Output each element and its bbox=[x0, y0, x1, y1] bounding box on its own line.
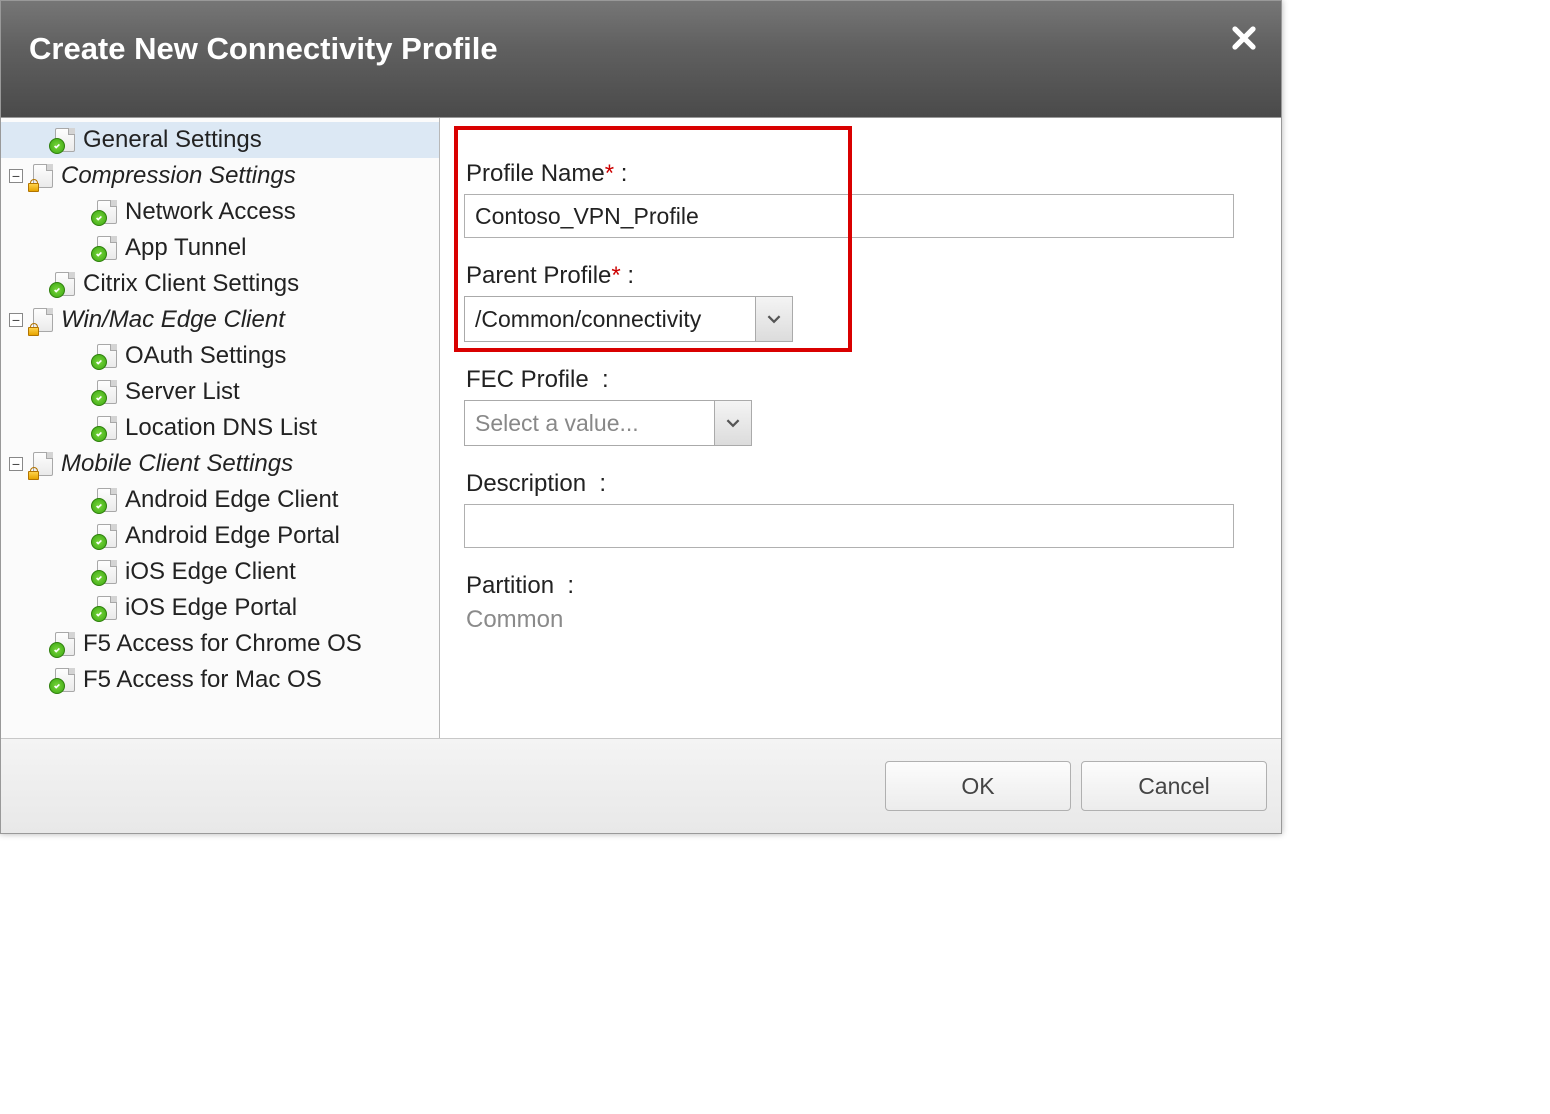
sidebar-item-label: Location DNS List bbox=[125, 414, 317, 442]
collapse-icon[interactable]: − bbox=[9, 457, 23, 471]
document-check-icon bbox=[93, 416, 119, 440]
document-lock-icon bbox=[29, 164, 55, 188]
sidebar-item-label: F5 Access for Chrome OS bbox=[83, 630, 362, 658]
collapse-icon[interactable]: − bbox=[9, 169, 23, 183]
sidebar-item-win-mac-edge-client[interactable]: − Win/Mac Edge Client bbox=[1, 302, 439, 338]
sidebar-item-label: Win/Mac Edge Client bbox=[61, 306, 285, 334]
collapse-icon[interactable]: − bbox=[9, 313, 23, 327]
sidebar-item-general-settings[interactable]: General Settings bbox=[1, 122, 439, 158]
sidebar-item-oauth-settings[interactable]: OAuth Settings bbox=[1, 338, 439, 374]
dialog-create-connectivity-profile: Create New Connectivity Profile General … bbox=[0, 0, 1282, 834]
description-input[interactable] bbox=[464, 504, 1234, 548]
document-check-icon bbox=[51, 272, 77, 296]
sidebar-item-label: General Settings bbox=[83, 126, 262, 154]
sidebar-item-server-list[interactable]: Server List bbox=[1, 374, 439, 410]
document-check-icon bbox=[93, 236, 119, 260]
sidebar-item-android-edge-portal[interactable]: Android Edge Portal bbox=[1, 518, 439, 554]
sidebar-item-mobile-client-settings[interactable]: − Mobile Client Settings bbox=[1, 446, 439, 482]
parent-profile-label: Parent Profile* : bbox=[466, 262, 1273, 290]
sidebar-item-android-edge-client[interactable]: Android Edge Client bbox=[1, 482, 439, 518]
sidebar-item-label: Android Edge Client bbox=[125, 486, 338, 514]
sidebar-item-compression-settings[interactable]: − Compression Settings bbox=[1, 158, 439, 194]
document-lock-icon bbox=[29, 308, 55, 332]
document-check-icon bbox=[93, 488, 119, 512]
chevron-down-icon[interactable] bbox=[714, 401, 751, 445]
sidebar-item-label: Android Edge Portal bbox=[125, 522, 340, 550]
sidebar-item-f5-access-mac[interactable]: F5 Access for Mac OS bbox=[1, 662, 439, 698]
sidebar-item-label: iOS Edge Client bbox=[125, 558, 296, 586]
document-check-icon bbox=[93, 560, 119, 584]
form-panel: Profile Name* : Parent Profile* : /Commo… bbox=[440, 118, 1281, 738]
sidebar-item-label: F5 Access for Mac OS bbox=[83, 666, 322, 694]
sidebar-tree: General Settings − Compression Settings … bbox=[1, 118, 440, 738]
fec-profile-placeholder: Select a value... bbox=[465, 401, 714, 445]
sidebar-item-ios-edge-client[interactable]: iOS Edge Client bbox=[1, 554, 439, 590]
sidebar-item-label: Server List bbox=[125, 378, 240, 406]
parent-profile-value: /Common/connectivity bbox=[465, 297, 755, 341]
sidebar-item-label: App Tunnel bbox=[125, 234, 246, 262]
document-check-icon bbox=[93, 596, 119, 620]
document-check-icon bbox=[51, 128, 77, 152]
document-lock-icon bbox=[29, 452, 55, 476]
sidebar-item-label: iOS Edge Portal bbox=[125, 594, 297, 622]
document-check-icon bbox=[93, 344, 119, 368]
sidebar-item-label: Citrix Client Settings bbox=[83, 270, 299, 298]
dialog-header: Create New Connectivity Profile bbox=[1, 1, 1281, 117]
sidebar-item-label: Network Access bbox=[125, 198, 296, 226]
parent-profile-select[interactable]: /Common/connectivity bbox=[464, 296, 793, 342]
dialog-body: General Settings − Compression Settings … bbox=[1, 117, 1281, 738]
document-check-icon bbox=[51, 668, 77, 692]
sidebar-item-location-dns-list[interactable]: Location DNS List bbox=[1, 410, 439, 446]
partition-label: Partition : bbox=[466, 572, 1273, 600]
close-icon[interactable] bbox=[1229, 23, 1259, 53]
cancel-button[interactable]: Cancel bbox=[1081, 761, 1267, 811]
dialog-footer: OK Cancel bbox=[1, 738, 1281, 833]
sidebar-item-label: OAuth Settings bbox=[125, 342, 286, 370]
document-check-icon bbox=[51, 632, 77, 656]
dialog-title: Create New Connectivity Profile bbox=[29, 31, 1253, 67]
sidebar-item-network-access[interactable]: Network Access bbox=[1, 194, 439, 230]
sidebar-item-label: Mobile Client Settings bbox=[61, 450, 293, 478]
fec-profile-select[interactable]: Select a value... bbox=[464, 400, 752, 446]
document-check-icon bbox=[93, 380, 119, 404]
sidebar-item-ios-edge-portal[interactable]: iOS Edge Portal bbox=[1, 590, 439, 626]
sidebar-item-f5-access-chrome[interactable]: F5 Access for Chrome OS bbox=[1, 626, 439, 662]
ok-button[interactable]: OK bbox=[885, 761, 1071, 811]
sidebar-item-app-tunnel[interactable]: App Tunnel bbox=[1, 230, 439, 266]
sidebar-item-citrix-client-settings[interactable]: Citrix Client Settings bbox=[1, 266, 439, 302]
chevron-down-icon[interactable] bbox=[755, 297, 792, 341]
partition-value: Common bbox=[466, 606, 1273, 634]
description-label: Description : bbox=[466, 470, 1273, 498]
document-check-icon bbox=[93, 200, 119, 224]
profile-name-input[interactable] bbox=[464, 194, 1234, 238]
profile-name-label: Profile Name* : bbox=[466, 160, 1273, 188]
fec-profile-label: FEC Profile : bbox=[466, 366, 1273, 394]
sidebar-item-label: Compression Settings bbox=[61, 162, 296, 190]
document-check-icon bbox=[93, 524, 119, 548]
